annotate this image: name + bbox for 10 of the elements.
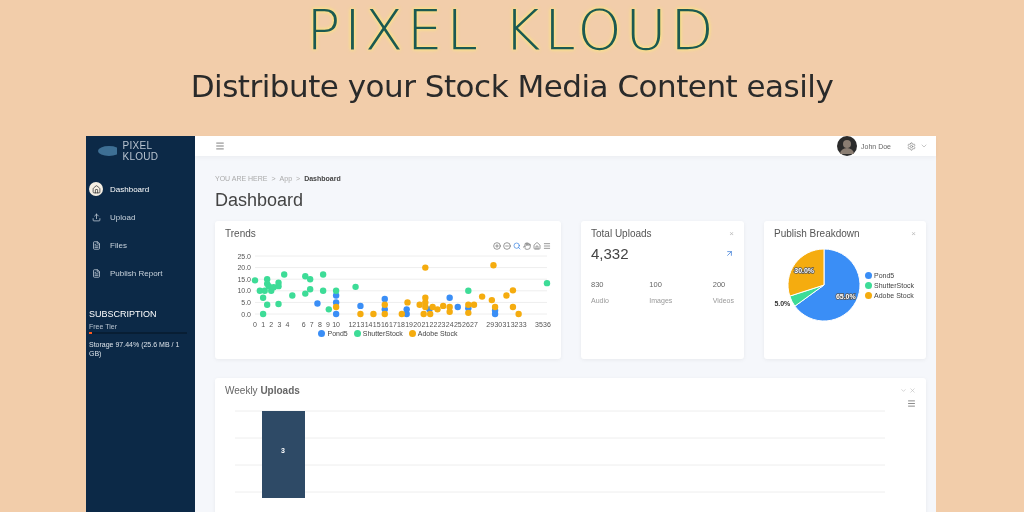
card-title: Trends	[225, 228, 257, 239]
card-title: Publish Breakdown	[774, 228, 860, 239]
headline: PIXEL KLOUD	[306, 0, 718, 60]
section-heading: SUBSCRIPTION	[89, 309, 158, 319]
card-title: Total Uploads	[591, 228, 652, 239]
total-count: 4,332	[591, 245, 629, 262]
page-title: Dashboard	[215, 190, 305, 211]
card-title: Weekly Uploads	[225, 385, 300, 396]
logo-text: PIXEL KLOUD	[122, 140, 160, 162]
tagline: Distribute your Stock Media Content easily	[190, 68, 834, 104]
